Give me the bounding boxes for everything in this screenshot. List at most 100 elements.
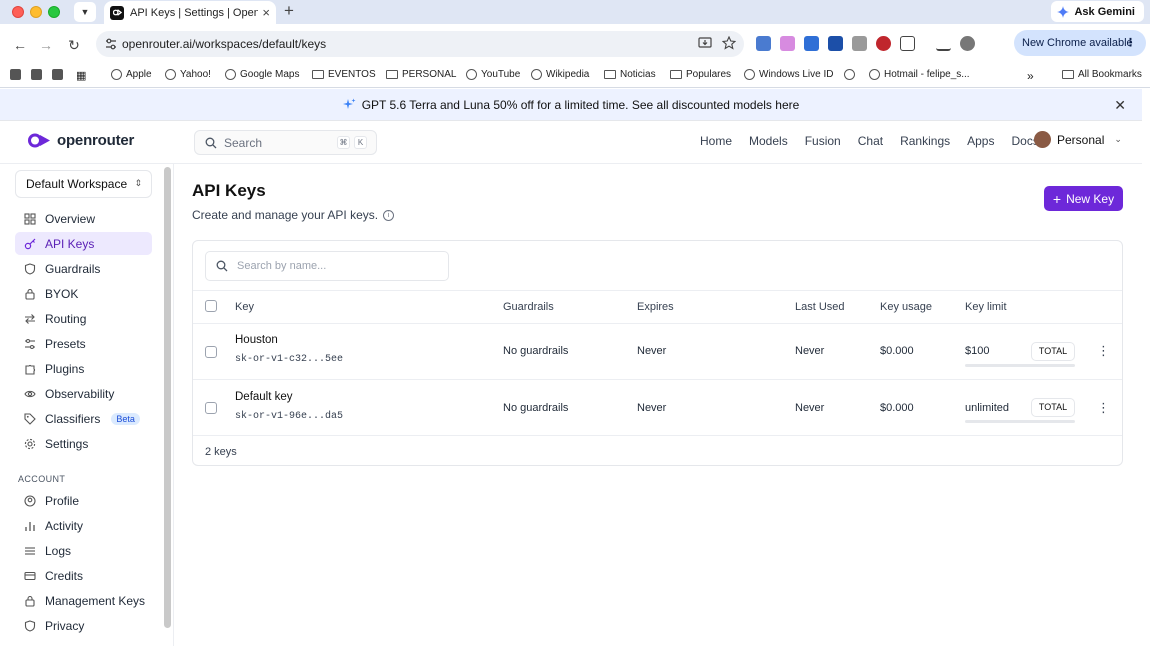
forward-arrow-icon[interactable]: → xyxy=(38,37,54,53)
tag-icon xyxy=(24,412,36,425)
sidebar-item-classifiers[interactable]: Classifiers Beta xyxy=(15,407,152,430)
search-placeholder: Search xyxy=(224,135,263,150)
bookmark-shortcut-3[interactable] xyxy=(52,69,63,80)
sidebar-item-api-keys[interactable]: API Keys xyxy=(15,232,152,255)
nav-fusion[interactable]: Fusion xyxy=(805,134,841,148)
sidebar-item-routing[interactable]: Routing xyxy=(15,307,152,330)
limit-type-badge[interactable]: TOTAL xyxy=(1031,342,1075,361)
tab-title: API Keys | Settings | OpenRou xyxy=(130,6,259,19)
row-checkbox[interactable] xyxy=(205,346,217,358)
browser-tab-active[interactable]: API Keys | Settings | OpenRou × xyxy=(104,1,276,24)
key-name[interactable]: Houston xyxy=(235,334,278,346)
sidebar-item-activity[interactable]: Activity xyxy=(15,514,152,537)
downloads-icon[interactable] xyxy=(936,36,951,51)
extension-dark-blue-icon[interactable] xyxy=(828,36,843,51)
bookmark-yahoo[interactable]: Yahoo! xyxy=(165,69,211,80)
extensions-puzzle-icon[interactable] xyxy=(900,36,915,51)
column-header-key-usage[interactable]: Key usage xyxy=(880,301,932,313)
bookmark-folder-noticias[interactable]: Noticias xyxy=(604,69,656,80)
install-app-icon[interactable] xyxy=(698,36,712,50)
column-header-expires[interactable]: Expires xyxy=(637,301,674,313)
workspace-select[interactable]: Default Workspace ⇕ xyxy=(15,170,152,198)
bookmark-unnamed[interactable] xyxy=(844,69,855,80)
bookmark-star-icon[interactable] xyxy=(722,36,736,50)
ask-gemini-button[interactable]: Ask Gemini xyxy=(1051,1,1144,22)
sidebar-item-observability[interactable]: Observability xyxy=(15,382,152,405)
profile-menu[interactable]: Personal ⌄ xyxy=(1034,131,1122,148)
site-search[interactable]: Search ⌘ K xyxy=(194,130,377,155)
lock-icon xyxy=(25,595,35,607)
extension-blue-icon[interactable] xyxy=(804,36,819,51)
nav-apps[interactable]: Apps xyxy=(967,134,994,148)
more-vert-icon: ⋮ xyxy=(1125,37,1136,49)
bookmark-windows-live-id[interactable]: Windows Live ID xyxy=(744,69,833,80)
back-arrow-icon[interactable]: ← xyxy=(12,37,28,53)
new-key-button[interactable]: + New Key xyxy=(1044,186,1123,211)
window-zoom-button[interactable] xyxy=(48,6,60,18)
bookmark-shortcut-2[interactable] xyxy=(31,69,42,80)
bookmark-google-maps[interactable]: Google Maps xyxy=(225,69,299,80)
extension-pink-icon[interactable] xyxy=(780,36,795,51)
apps-grid-icon[interactable]: ▦ xyxy=(76,69,86,82)
sidebar-item-credits[interactable]: Credits xyxy=(15,564,152,587)
window-close-button[interactable] xyxy=(12,6,24,18)
bookmark-shortcut-1[interactable] xyxy=(10,69,21,80)
reload-icon[interactable]: ↻ xyxy=(66,37,82,53)
nav-chat[interactable]: Chat xyxy=(858,134,883,148)
sidebar-item-logs[interactable]: Logs xyxy=(15,539,152,562)
bookmarks-overflow-icon[interactable]: » xyxy=(1027,69,1034,83)
sidebar-item-settings[interactable]: Settings xyxy=(15,432,152,455)
translate-extension-icon[interactable] xyxy=(756,36,771,51)
sidebar-item-byok[interactable]: BYOK xyxy=(15,282,152,305)
sidebar-scrollbar[interactable] xyxy=(164,167,171,628)
info-icon[interactable]: i xyxy=(383,209,395,221)
sidebar-item-presets[interactable]: Presets xyxy=(15,332,152,355)
tab-close-icon[interactable]: × xyxy=(262,5,270,20)
tab-search-button[interactable]: ▼ xyxy=(74,2,96,22)
all-bookmarks-folder[interactable]: All Bookmarks xyxy=(1062,69,1142,80)
extension-red-icon[interactable] xyxy=(876,36,891,51)
sidebar-item-label: Logs xyxy=(45,543,72,558)
key-name[interactable]: Default key xyxy=(235,391,293,403)
address-bar[interactable]: openrouter.ai/workspaces/default/keys xyxy=(96,31,744,57)
row-checkbox[interactable] xyxy=(205,402,217,414)
key-search-input[interactable] xyxy=(237,260,437,272)
sidebar-item-overview[interactable]: Overview xyxy=(15,207,152,230)
column-header-guardrails[interactable]: Guardrails xyxy=(503,301,554,313)
nav-models[interactable]: Models xyxy=(749,134,788,148)
site-settings-icon[interactable] xyxy=(104,37,118,51)
sidebar-item-privacy[interactable]: Privacy xyxy=(15,614,152,637)
expires-value: Never xyxy=(637,345,667,357)
select-all-checkbox[interactable] xyxy=(205,300,217,312)
nav-rankings[interactable]: Rankings xyxy=(900,134,950,148)
bookmark-youtube[interactable]: YouTube xyxy=(466,69,520,80)
row-actions-kebab-icon[interactable]: ⋮ xyxy=(1097,401,1110,414)
bookmark-folder-populares[interactable]: Populares xyxy=(670,69,731,80)
window-minimize-button[interactable] xyxy=(30,6,42,18)
camera-extension-icon[interactable] xyxy=(852,36,867,51)
new-tab-button[interactable]: + xyxy=(284,1,294,21)
key-search-field[interactable] xyxy=(205,251,449,281)
column-header-key[interactable]: Key xyxy=(235,301,254,313)
bookmark-folder-eventos[interactable]: EVENTOS xyxy=(312,69,376,80)
bookmark-folder-personal[interactable]: PERSONAL xyxy=(386,69,456,80)
sidebar-item-profile[interactable]: Profile xyxy=(15,489,152,512)
column-header-key-limit[interactable]: Key limit xyxy=(965,301,1007,313)
bookmark-wikipedia[interactable]: Wikipedia xyxy=(531,69,589,80)
column-header-last-used[interactable]: Last Used xyxy=(795,301,845,313)
bookmark-apple[interactable]: Apple xyxy=(111,69,152,80)
profile-avatar-icon[interactable] xyxy=(960,36,975,51)
extensions-row xyxy=(756,36,975,51)
nav-home[interactable]: Home xyxy=(700,134,732,148)
promo-banner[interactable]: GPT 5.6 Terra and Luna 50% off for a lim… xyxy=(0,89,1142,121)
sidebar-item-label: Classifiers xyxy=(45,411,101,426)
limit-type-badge[interactable]: TOTAL xyxy=(1031,398,1075,417)
sidebar-item-plugins[interactable]: Plugins xyxy=(15,357,152,380)
openrouter-logo[interactable]: openrouter xyxy=(28,132,134,149)
sidebar-item-management-keys[interactable]: Management Keys xyxy=(15,589,152,612)
row-actions-kebab-icon[interactable]: ⋮ xyxy=(1097,344,1110,357)
close-icon[interactable]: ✕ xyxy=(1114,97,1126,114)
bookmark-hotmail[interactable]: Hotmail - felipe_s... xyxy=(869,69,970,80)
sidebar-item-guardrails[interactable]: Guardrails xyxy=(15,257,152,280)
new-chrome-available-button[interactable]: New Chrome available ⋮ xyxy=(1014,30,1146,56)
